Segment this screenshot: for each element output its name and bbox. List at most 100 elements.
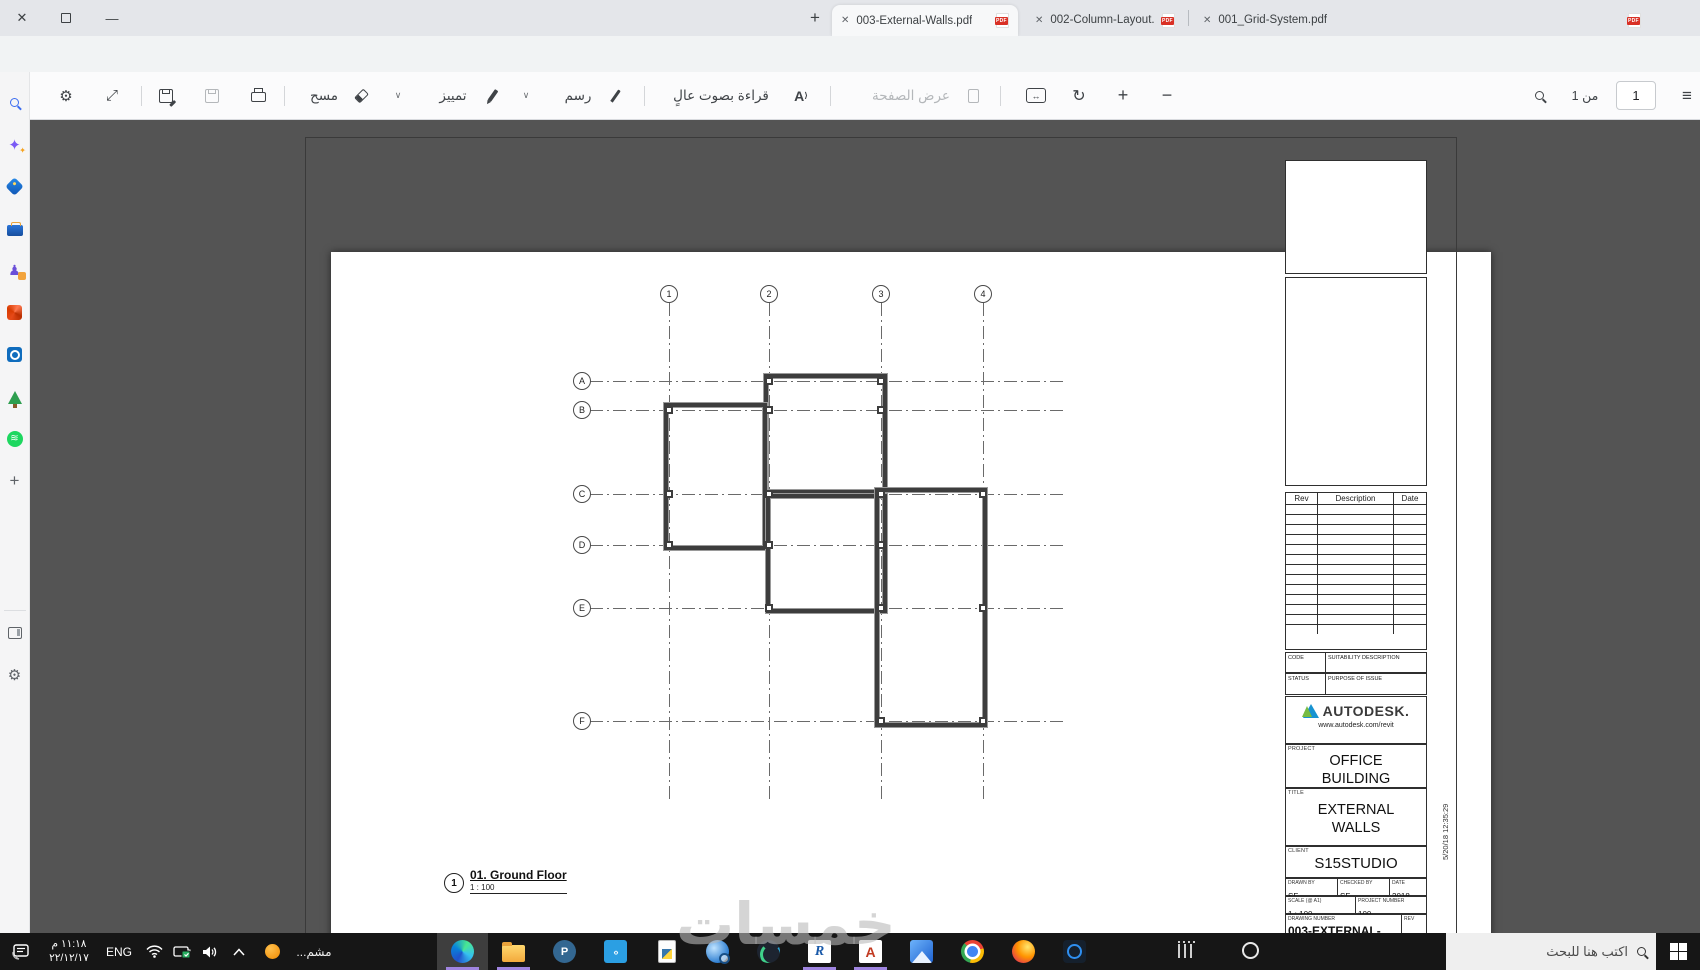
draw-label[interactable]: رسم	[558, 72, 598, 119]
sidebar-tree-icon[interactable]	[6, 388, 23, 408]
title-block-empty-box-1	[1285, 160, 1427, 274]
revision-table-rows	[1286, 504, 1426, 634]
window-restore-button[interactable]	[44, 0, 88, 36]
read-aloud-icon[interactable]: A ⟩	[786, 72, 816, 119]
revision-row	[1286, 534, 1426, 544]
revision-cell	[1286, 624, 1318, 634]
battery-icon[interactable]	[168, 945, 196, 958]
ring-app-icon[interactable]	[1242, 942, 1259, 959]
window-close-button[interactable]: ✕	[0, 0, 44, 36]
tray-time: ١١:١٨ م	[51, 938, 87, 951]
page-number-input[interactable]	[1616, 81, 1656, 110]
tray-app-orange-icon[interactable]	[254, 944, 290, 959]
taskbar-app-firefox[interactable]	[998, 933, 1049, 970]
tab-001-grid-system[interactable]: ✕ 001_Grid-System.pdf	[1194, 8, 1650, 32]
revision-cell	[1318, 554, 1394, 564]
page-icon	[967, 88, 979, 103]
save-button[interactable]	[198, 72, 226, 119]
taskbar-app-edge[interactable]	[437, 933, 488, 970]
task-view-icon[interactable]	[1178, 941, 1195, 958]
table-of-contents-button[interactable]: ≡	[1670, 72, 1700, 119]
sidebar-games-icon[interactable]: ♟	[6, 262, 26, 280]
brand-box: AUTODESK. www.autodesk.com/revit	[1285, 696, 1427, 744]
taskbar-app-revit[interactable]: R	[794, 933, 845, 970]
sidebar-customize-icon[interactable]	[6, 624, 23, 641]
tab-close-icon[interactable]: ✕	[1035, 15, 1043, 26]
zoom-out-button[interactable]: −	[1152, 72, 1182, 119]
taskbar-app-autocad[interactable]: A	[845, 933, 896, 970]
highlight-label[interactable]: تمييز	[430, 72, 476, 119]
save-as-icon	[159, 88, 173, 103]
zoom-in-button[interactable]: +	[1108, 72, 1138, 119]
taskbar-app-shield-browser[interactable]	[1049, 933, 1100, 970]
taskbar-app-python-doc[interactable]	[641, 933, 692, 970]
revision-cell	[1394, 554, 1426, 564]
speaker-icon[interactable]	[196, 945, 224, 959]
revision-cell	[1318, 524, 1394, 534]
page-view-button[interactable]: عرض الصفحة	[868, 72, 954, 119]
pdf-settings-button[interactable]: ⚙	[52, 72, 80, 119]
project-box: PROJECT OFFICE BUILDING	[1285, 744, 1427, 788]
revision-cell	[1394, 564, 1426, 574]
sidebar-office-icon[interactable]	[6, 304, 23, 321]
revision-cell	[1318, 504, 1394, 514]
tab-close-icon[interactable]: ✕	[841, 15, 849, 26]
clock[interactable]: ١١:١٨ م ٢٢/١٢/١٧	[40, 938, 98, 964]
save-as-button[interactable]	[152, 72, 180, 119]
weather-widget[interactable]: ...مشم	[290, 945, 338, 959]
tab-002-column-layout[interactable]: ✕ 002-Column-Layout. pdf	[1026, 8, 1184, 32]
gear-icon: ⚙	[59, 87, 73, 105]
address-bar-row: ⋯ ☆ ☆ C:/Users/MSI/Downloads/003-Externa…	[0, 36, 1700, 104]
revision-cell	[1286, 564, 1318, 574]
highlight-dropdown[interactable]: ∨	[518, 72, 534, 119]
chevron-down-icon: ∨	[394, 90, 402, 100]
erase-dropdown[interactable]: ∨	[390, 72, 406, 119]
taskbar-app-web-search[interactable]	[692, 933, 743, 970]
taskbar-app-photos[interactable]	[896, 933, 947, 970]
fullscreen-button[interactable]: ⤢	[98, 72, 126, 119]
sidebar-tools-icon[interactable]	[6, 220, 23, 237]
page-view-icon-button[interactable]	[960, 72, 986, 119]
tab-003-external-walls[interactable]: ✕ 003-External-Walls.pdf	[832, 5, 1018, 36]
erase-label[interactable]: مسح	[302, 72, 346, 119]
eraser-button[interactable]	[348, 72, 374, 119]
taskbar-search-box[interactable]: اكتب هنا للبحث	[1446, 933, 1656, 970]
revision-table-header: Rev Description Date	[1286, 493, 1426, 504]
sidebar-outlook-icon[interactable]	[6, 346, 23, 363]
print-button[interactable]	[244, 72, 272, 119]
fit-width-button[interactable]: ↔	[1018, 72, 1054, 119]
taskbar-app-crescent-app[interactable]	[743, 933, 794, 970]
sidebar-add-icon[interactable]: +	[6, 471, 23, 490]
minus-icon: −	[1161, 85, 1173, 105]
sidebar-spotify-icon[interactable]: ≋	[6, 430, 23, 447]
taskbar-app-explorer[interactable]	[488, 933, 539, 970]
pen-button[interactable]	[602, 72, 628, 119]
read-aloud-button[interactable]: قراءة بصوت عالٍ	[662, 72, 780, 119]
sidebar-search-icon[interactable]	[6, 94, 23, 111]
list-icon: ≡	[1682, 85, 1692, 105]
taskbar-app-postgresql[interactable]: P	[539, 933, 590, 970]
page-count-label: من 1	[1571, 89, 1599, 103]
taskbar-app-chrome[interactable]	[947, 933, 998, 970]
hidden-icons-chevron[interactable]	[224, 947, 254, 956]
plus-icon: +	[810, 8, 820, 27]
wifi-icon[interactable]	[140, 945, 168, 958]
action-center-icon[interactable]	[0, 943, 40, 960]
revision-cell	[1286, 524, 1318, 534]
language-indicator[interactable]: ENG	[98, 945, 140, 959]
rotate-button[interactable]: ↻	[1064, 72, 1094, 119]
find-in-document-button[interactable]	[1524, 72, 1554, 119]
revision-cell	[1394, 574, 1426, 584]
start-button[interactable]	[1656, 933, 1700, 970]
tab-close-icon[interactable]: ✕	[1203, 15, 1211, 26]
sidebar-copilot-icon[interactable]: ✦	[6, 136, 26, 156]
photos-icon	[910, 940, 933, 963]
window-minimize-button[interactable]: —	[90, 0, 134, 36]
toolbar-separator	[830, 86, 831, 106]
new-tab-button[interactable]: +	[802, 6, 828, 30]
sidebar-shopping-icon[interactable]	[5, 177, 24, 196]
search-icon	[1637, 947, 1646, 956]
taskbar-app-vscode[interactable]: ‹›	[590, 933, 641, 970]
sidebar-settings-icon[interactable]: ⚙	[6, 666, 23, 684]
highlighter-button[interactable]	[480, 72, 506, 119]
